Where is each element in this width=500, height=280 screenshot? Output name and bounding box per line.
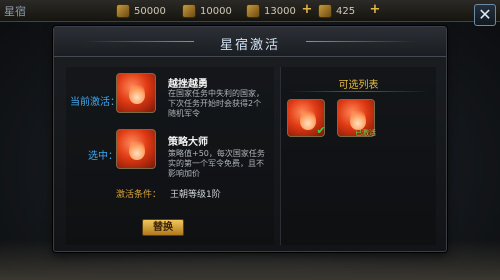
available-list-title: 可选列表 (338, 80, 379, 91)
current-active-label: 当前激活： (70, 97, 120, 108)
resource-value: 13000 (264, 5, 296, 17)
resource-bar: 星宿 50000 10000 13000 + 425 + (0, 0, 500, 22)
current-skill-description: 在国家任务中失利的国家，下次任务开始时会获得2个随机军令 (168, 89, 264, 118)
resource-ingot: 13000 (246, 3, 296, 19)
add-gem-button[interactable]: + (368, 3, 382, 17)
activation-condition-value: 王朝等级1阶 (170, 190, 221, 200)
resource-value: 10000 (200, 5, 232, 17)
screen-title: 星宿 (4, 5, 26, 18)
available-list-panel: 可选列表 ✔ 已激活 (280, 67, 436, 245)
resource-gem: 425 (318, 3, 355, 19)
current-skill-name: 越挫越勇 (168, 79, 208, 90)
dialog-header: 星宿激活 (54, 27, 446, 57)
current-skill-icon (116, 73, 156, 113)
selected-skill-icon (116, 129, 156, 169)
gem-icon (318, 4, 332, 18)
activated-badge: 已激活 (355, 129, 376, 137)
resource-value: 425 (336, 5, 356, 17)
gold-bar-icon (116, 4, 130, 18)
selected-skill-name: 策略大师 (168, 137, 208, 148)
close-button[interactable]: ✕ (474, 4, 496, 26)
title-divider (289, 91, 428, 92)
activation-condition-label: 激活条件： (116, 190, 162, 200)
resource-gold: 50000 (116, 3, 166, 19)
resource-coin: 10000 (182, 3, 232, 19)
ingot-icon (246, 4, 260, 18)
constellation-activation-dialog: 星宿激活 当前激活： 越挫越勇 在国家任务中失利的国家，下次任务开始时会获得2个… (53, 26, 447, 252)
checkmark-icon: ✔ (316, 124, 326, 137)
resource-value: 50000 (134, 5, 166, 17)
selected-skill-description: 策略值+50，每次国家任务实的第一个军令免费，且不影响加价 (168, 149, 265, 178)
add-ingot-button[interactable]: + (300, 3, 314, 17)
coin-icon (182, 4, 196, 18)
dialog-title: 星宿激活 (219, 38, 280, 53)
replace-button[interactable]: 替换 (142, 219, 184, 236)
skill-detail-panel: 当前激活： 越挫越勇 在国家任务中失利的国家，下次任务开始时会获得2个随机军令 … (66, 67, 274, 245)
selected-label: 选中： (88, 151, 118, 162)
